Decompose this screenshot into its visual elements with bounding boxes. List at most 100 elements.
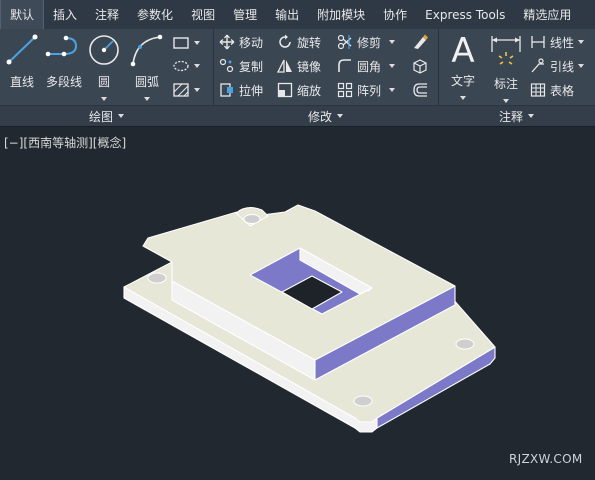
mounting-hole	[353, 395, 373, 407]
tab-view[interactable]: 视图	[182, 0, 224, 29]
offset-button[interactable]	[411, 79, 429, 101]
chevron-down-icon	[118, 114, 124, 118]
tab-insert[interactable]: 插入	[44, 0, 86, 29]
array-button[interactable]: 阵列	[337, 79, 396, 101]
polyline-label: 多段线	[45, 75, 82, 89]
tab-parametric[interactable]: 参数化	[128, 0, 182, 29]
tab-manage[interactable]: 管理	[224, 0, 266, 29]
hatch-button[interactable]	[172, 79, 200, 101]
dimension-label: 标注	[493, 77, 518, 91]
chevron-down-icon[interactable]	[578, 64, 585, 68]
polyline-button[interactable]: 多段线	[44, 32, 84, 90]
trim-icon	[337, 34, 352, 50]
trim-button[interactable]: 修剪	[337, 31, 396, 53]
chevron-down-icon[interactable]	[194, 64, 200, 68]
copy-icon	[219, 58, 234, 73]
line-icon	[6, 34, 38, 65]
erase-button[interactable]	[411, 31, 429, 53]
move-label: 移动	[239, 35, 264, 50]
chevron-down-icon[interactable]	[144, 97, 150, 101]
text-label: 文字	[450, 74, 475, 88]
modify-panel-label: 修改	[307, 109, 332, 124]
ellipse-icon	[173, 60, 189, 72]
copy-button[interactable]: 复制	[219, 55, 263, 77]
explode-button[interactable]	[411, 55, 429, 77]
annotation-panel: A 文字 标注 线性 引线 表格 注释	[438, 29, 595, 126]
text-button[interactable]: A 文字	[444, 32, 482, 103]
copy-label: 复制	[239, 59, 264, 74]
tab-annotate[interactable]: 注释	[86, 0, 128, 29]
line-button[interactable]: 直线	[4, 32, 40, 90]
stretch-icon	[220, 83, 233, 97]
mounting-hole	[455, 338, 475, 350]
draw-panel-title[interactable]: 绘图	[0, 105, 213, 126]
ribbon-tab-bar: 默认 插入 注释 参数化 视图 管理 输出 附加模块 协作 Express To…	[0, 0, 595, 30]
tab-default[interactable]: 默认	[0, 0, 45, 29]
annotation-panel-title[interactable]: 注释	[438, 105, 595, 126]
arc-icon	[130, 34, 163, 67]
circle-icon	[89, 35, 119, 65]
tab-addins[interactable]: 附加模块	[308, 0, 374, 29]
eraser-icon	[414, 34, 428, 49]
dimension-button[interactable]: 标注	[488, 32, 524, 106]
rotate-button[interactable]: 旋转	[277, 31, 321, 53]
watermark-text: RJZXW.COM	[509, 452, 583, 466]
scale-icon	[277, 82, 293, 98]
mirror-button[interactable]: 镜像	[277, 55, 321, 77]
viewport-label: [−][西南等轴测][概念]	[4, 134, 126, 151]
visual-style-menu[interactable]: [概念]	[93, 136, 126, 150]
table-icon	[530, 83, 546, 97]
fillet-button[interactable]: 圆角	[337, 55, 396, 77]
chevron-down-icon[interactable]	[389, 88, 396, 92]
stretch-button[interactable]: 拉伸	[219, 79, 263, 101]
modify-panel: 移动 旋转 修剪 复制 镜像 圆角 拉伸 缩放 阵列 修改	[213, 29, 439, 126]
stretch-label: 拉伸	[239, 83, 264, 98]
chevron-down-icon[interactable]	[578, 40, 585, 44]
rotate-label: 旋转	[297, 35, 322, 50]
scale-button[interactable]: 缩放	[277, 79, 321, 101]
offset-icon	[413, 83, 427, 97]
rectangle-icon	[173, 37, 189, 49]
move-icon	[219, 34, 235, 50]
draw-panel: 直线 多段线 圆 圆弧 绘图	[0, 29, 214, 126]
tab-express-tools[interactable]: Express Tools	[416, 0, 514, 29]
modify-panel-title[interactable]: 修改	[213, 105, 438, 126]
circle-label: 圆	[97, 75, 110, 89]
plate-3d-model	[123, 204, 496, 433]
tab-collaborate[interactable]: 协作	[374, 0, 416, 29]
linear-dimension-icon	[531, 36, 545, 48]
chevron-down-icon[interactable]	[194, 41, 200, 45]
tab-output[interactable]: 输出	[266, 0, 308, 29]
view-orientation-menu[interactable]: [西南等轴测]	[23, 136, 92, 150]
move-button[interactable]: 移动	[219, 31, 263, 53]
viewport-controls-menu[interactable]: [−]	[4, 136, 23, 150]
mirror-label: 镜像	[297, 59, 322, 74]
rectangle-button[interactable]	[172, 32, 200, 54]
polyline-icon	[45, 35, 78, 57]
linear-dimension-button[interactable]: 线性	[530, 31, 585, 53]
arc-button[interactable]: 圆弧	[128, 32, 166, 104]
rotate-icon	[279, 34, 291, 48]
trim-label: 修剪	[357, 35, 382, 50]
chevron-down-icon[interactable]	[389, 64, 396, 68]
mirror-icon	[277, 59, 292, 73]
ellipse-button[interactable]	[172, 55, 200, 77]
table-button[interactable]: 表格	[530, 79, 574, 101]
leader-label: 引线	[550, 59, 575, 74]
mounting-hole	[243, 214, 261, 224]
circle-button[interactable]: 圆	[86, 32, 122, 104]
scale-label: 缩放	[297, 83, 322, 98]
mounting-hole	[147, 272, 167, 284]
chevron-down-icon[interactable]	[460, 96, 466, 100]
chevron-down-icon[interactable]	[194, 88, 200, 92]
dimension-icon	[491, 36, 521, 65]
chevron-down-icon[interactable]	[101, 97, 107, 101]
tab-featured-apps[interactable]: 精选应用	[514, 0, 580, 29]
model-viewport[interactable]	[0, 150, 595, 440]
chevron-down-icon	[528, 114, 534, 118]
chevron-down-icon[interactable]	[503, 99, 509, 103]
ribbon-panel-area: 直线 多段线 圆 圆弧 绘图 移动 旋转 修剪 复制 镜像 圆角 拉伸 缩放 阵…	[0, 29, 595, 127]
text-icon: A	[451, 31, 475, 71]
leader-button[interactable]: 引线	[530, 55, 585, 77]
chevron-down-icon[interactable]	[389, 40, 396, 44]
